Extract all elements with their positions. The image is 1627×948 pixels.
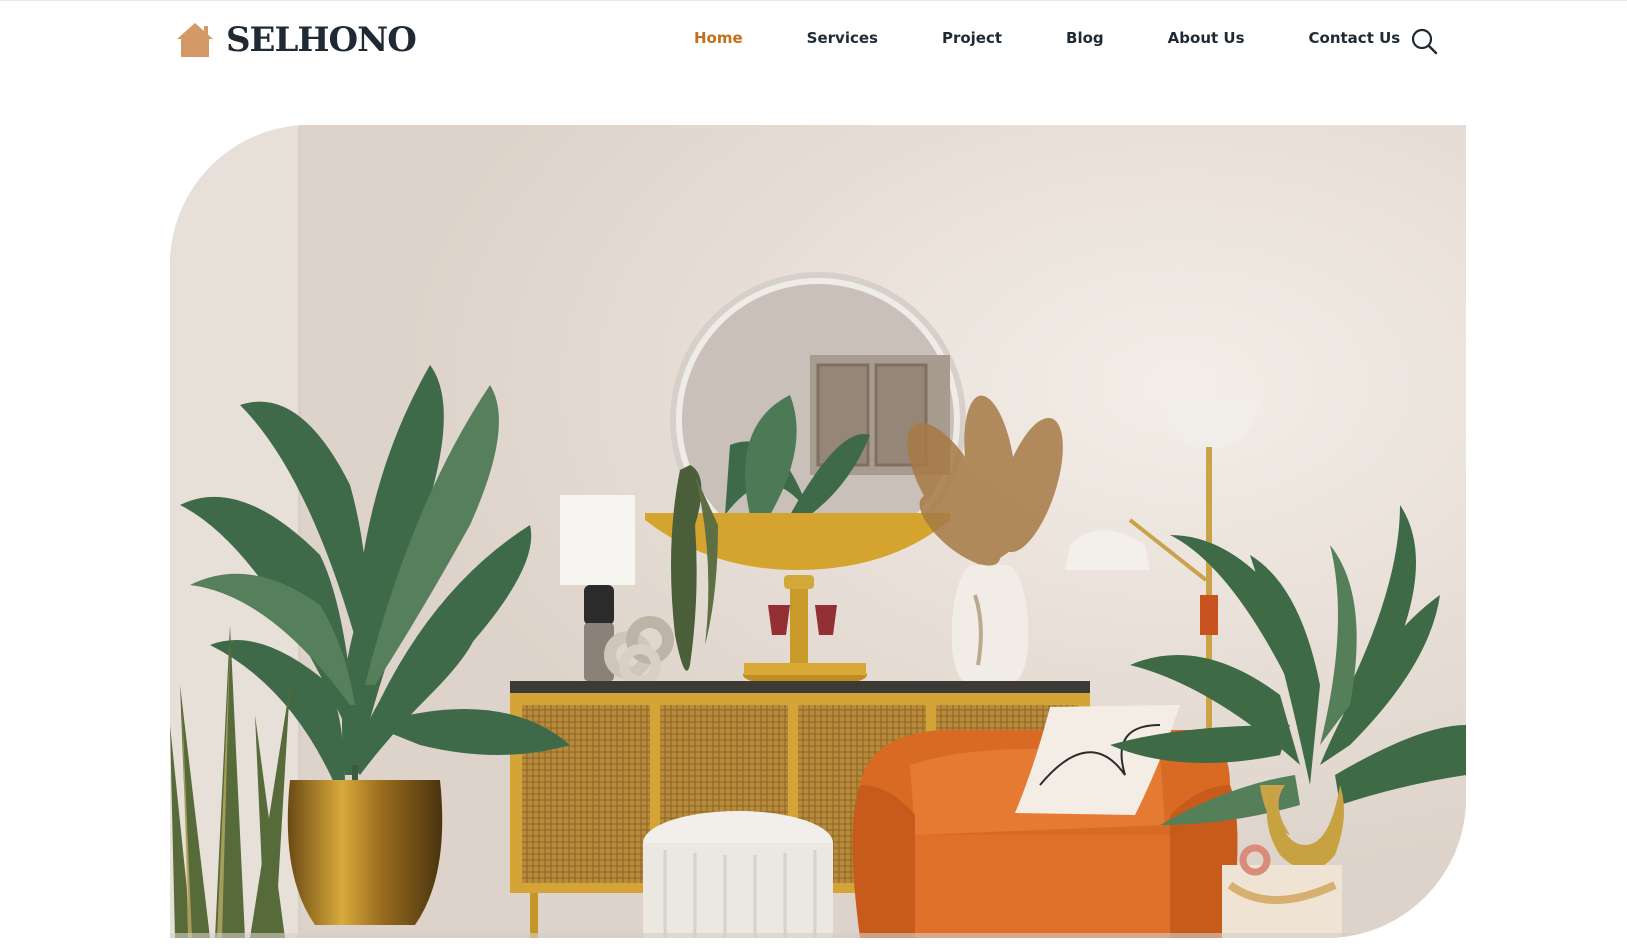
nav-services[interactable]: Services: [807, 26, 878, 50]
search-icon: [1411, 28, 1438, 55]
nav-contact-us[interactable]: Contact Us: [1309, 26, 1401, 50]
top-border: [0, 0, 1627, 1]
nav-home[interactable]: Home: [694, 26, 743, 50]
search-button[interactable]: [1410, 27, 1438, 55]
nav-about-us[interactable]: About Us: [1168, 26, 1245, 50]
pouf: [643, 811, 833, 938]
site-logo[interactable]: SELHONO: [176, 17, 417, 63]
brand-name: SELHONO: [226, 20, 417, 60]
nav-blog[interactable]: Blog: [1066, 26, 1104, 50]
house-icon: [177, 23, 213, 57]
living-room-hero-image: [170, 125, 1466, 938]
nav-project[interactable]: Project: [942, 26, 1002, 50]
main-nav: Home Services Project Blog About Us Cont…: [694, 26, 1400, 50]
